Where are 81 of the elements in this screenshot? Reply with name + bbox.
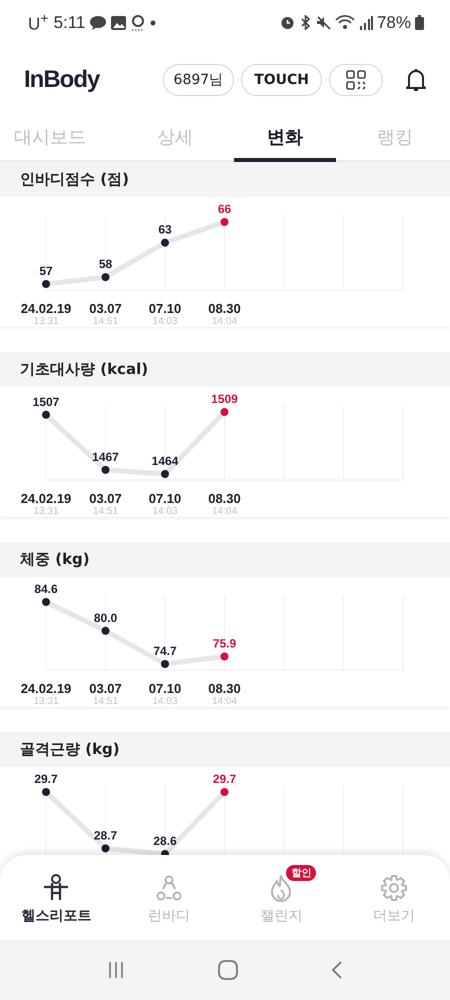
data-label: 66 (218, 202, 232, 216)
date-label: 24.02.19 (20, 301, 72, 316)
data-label: 74.7 (153, 644, 177, 658)
date-label: 08.30 (208, 681, 241, 696)
date-label: 07.10 (148, 301, 182, 316)
section-title: 체중 (kg) (19, 549, 91, 570)
time-label: 13:31 (33, 506, 59, 517)
bluetooth-icon (298, 15, 312, 30)
notification-dot-icon (150, 20, 156, 26)
data-point (42, 788, 50, 796)
discount-badge: 할인 (286, 865, 316, 881)
qr-button[interactable] (329, 64, 383, 96)
notifications-bell-icon[interactable] (404, 67, 428, 93)
app-logo: InBody (24, 66, 100, 94)
date-label: 07.10 (148, 681, 182, 696)
battery-percent: 78% (376, 12, 411, 32)
data-label: 1507 (32, 394, 60, 409)
data-label: 75.9 (212, 636, 236, 650)
data-point (161, 238, 169, 247)
data-label: 80.0 (94, 610, 118, 625)
date-label: 07.10 (148, 491, 182, 506)
time-label: 13:31 (33, 696, 59, 707)
data-label: 28.6 (153, 834, 177, 848)
section-title: 인바디점수 (점) (19, 169, 130, 190)
data-label: 57 (39, 264, 53, 278)
qr-code-icon (346, 70, 366, 90)
time-label: 14:03 (152, 316, 178, 327)
touch-button[interactable]: TOUCH (241, 64, 322, 96)
data-point (102, 626, 110, 635)
app-icon (131, 14, 146, 30)
data-label: 1509 (211, 392, 238, 406)
three-circles-icon (154, 873, 184, 903)
date-label: 03.07 (89, 301, 122, 316)
date-label: 24.02.19 (20, 491, 72, 506)
data-point (42, 598, 50, 606)
time-label: 14:03 (152, 506, 178, 517)
nav-tab[interactable]: 할인 챌린지 (225, 855, 338, 940)
image-icon (111, 16, 126, 30)
time-label: 14:51 (92, 696, 118, 707)
data-label: 63 (158, 222, 172, 237)
data-point (102, 844, 110, 852)
home-icon[interactable] (216, 959, 239, 981)
data-point (42, 410, 50, 419)
section-title: 기초대사량 (kcal) (19, 359, 150, 380)
data-point (161, 470, 169, 478)
back-icon[interactable] (330, 960, 344, 980)
time-label: 14:51 (92, 316, 118, 327)
clock-time: 5:11 (54, 12, 86, 32)
data-label: 1464 (152, 454, 178, 468)
data-point (102, 273, 110, 282)
time-label: 14:51 (92, 506, 118, 517)
alarm-icon (280, 15, 295, 30)
data-label: 1467 (92, 450, 119, 464)
carrier-text: U$^{+}$ (28, 10, 49, 34)
data-point (161, 660, 169, 668)
data-label: 84.6 (34, 582, 58, 596)
battery-icon (415, 15, 424, 30)
date-label: 24.02.19 (20, 681, 72, 696)
chat-icon (90, 16, 106, 30)
time-label: 13:31 (33, 316, 59, 327)
wifi-icon (334, 15, 355, 30)
data-label: 28.7 (94, 828, 118, 842)
date-label: 08.30 (208, 491, 241, 506)
data-point (102, 466, 110, 474)
time-label: 14:04 (212, 696, 238, 707)
mute-icon (316, 15, 331, 30)
date-label: 03.07 (89, 681, 122, 696)
signal-icon (358, 16, 373, 30)
section-title: 골격근량 (kg) (19, 739, 121, 760)
time-label: 14:04 (212, 316, 238, 327)
data-label: 29.7 (34, 772, 58, 786)
time-label: 14:03 (152, 696, 178, 707)
time-label: 14:04 (212, 506, 238, 517)
user-button[interactable]: 6897님 (162, 64, 234, 96)
date-label: 03.07 (89, 491, 122, 506)
date-label: 08.30 (208, 301, 241, 316)
settings-icon (378, 873, 409, 903)
data-label: 29.7 (212, 772, 236, 786)
nav-tab[interactable]: 헬스리포트 (0, 855, 112, 940)
data-label: 58 (98, 257, 112, 272)
data-point (42, 280, 50, 288)
